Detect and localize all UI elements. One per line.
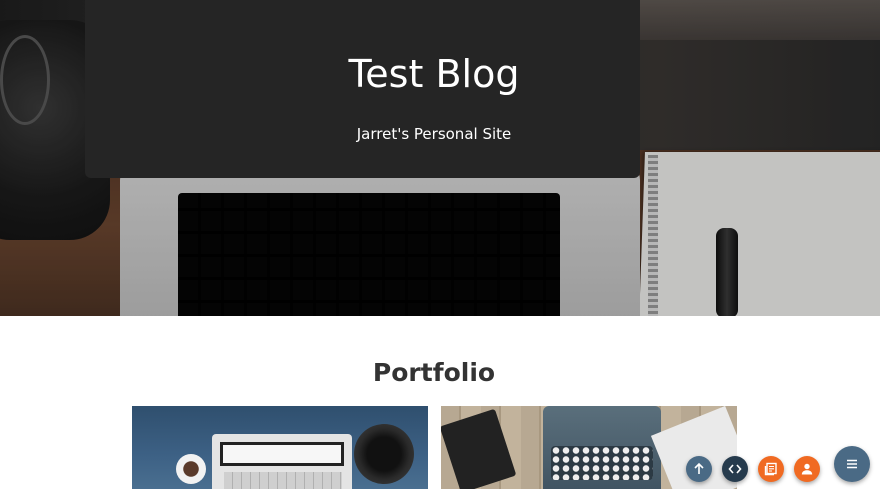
hero-section: Test Blog Jarret's Personal Site — [0, 0, 880, 316]
code-button[interactable] — [722, 456, 748, 482]
portfolio-item-1[interactable] — [132, 406, 428, 489]
person-icon — [801, 463, 813, 475]
site-subtitle: Jarret's Personal Site — [356, 125, 512, 143]
blog-icon — [764, 462, 777, 476]
site-title: Test Blog — [348, 52, 520, 96]
menu-button[interactable] — [834, 446, 870, 482]
menu-icon — [847, 459, 857, 469]
about-button[interactable] — [794, 456, 820, 482]
code-icon — [728, 464, 742, 474]
blog-button[interactable] — [758, 456, 784, 482]
arrow-up-icon — [694, 462, 704, 474]
portfolio-heading: Portfolio — [372, 358, 496, 387]
scroll-top-button[interactable] — [686, 456, 712, 482]
